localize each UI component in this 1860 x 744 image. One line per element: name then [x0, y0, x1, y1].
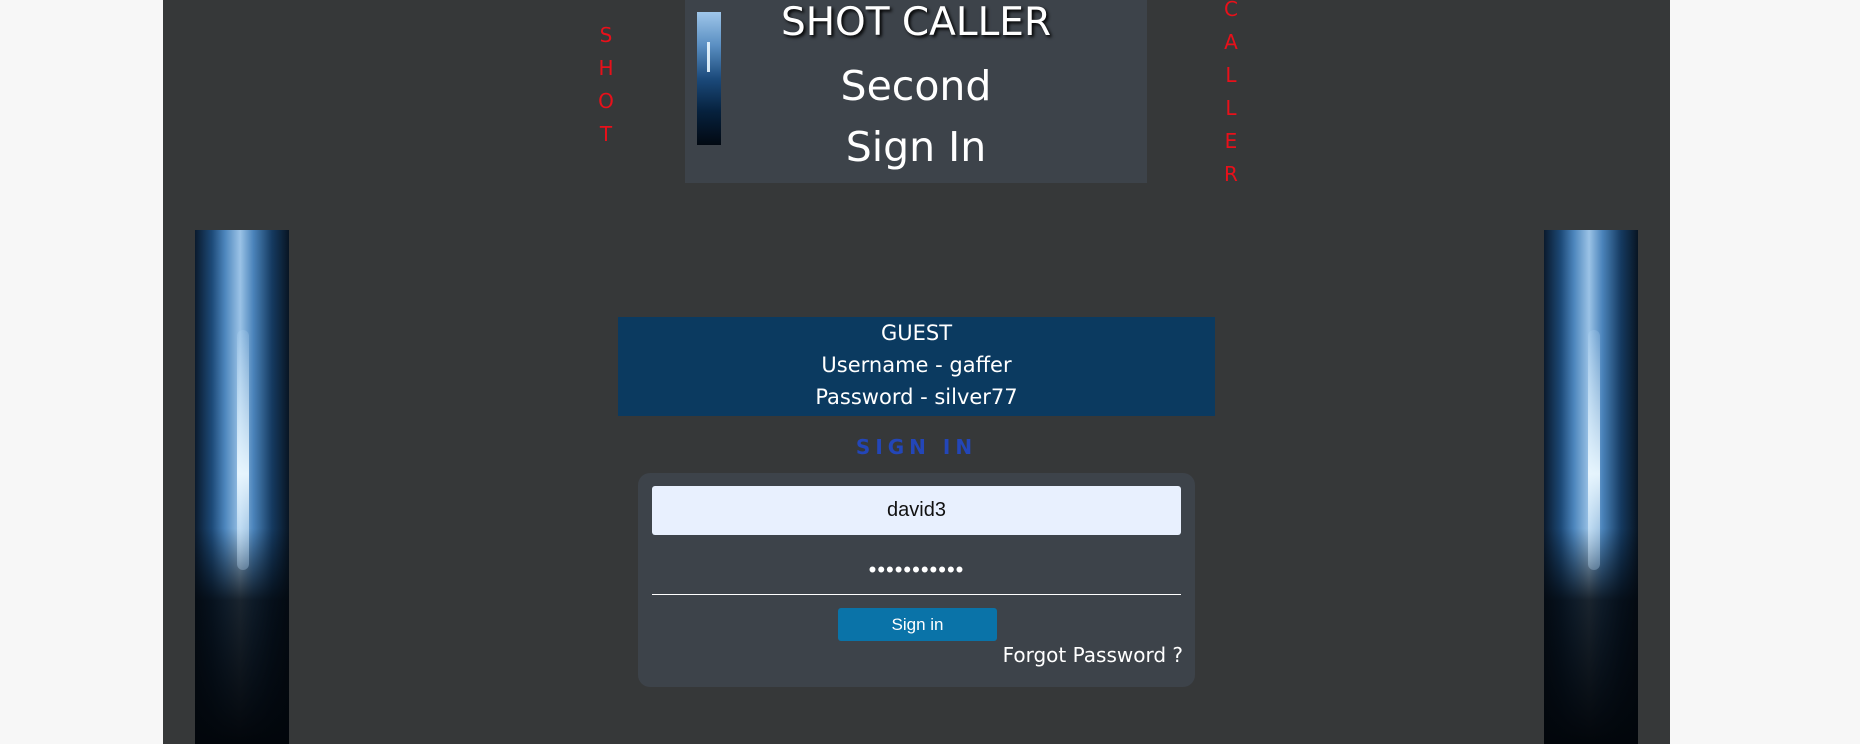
- guest-credentials-banner: GUEST Username - gaffer Password - silve…: [618, 317, 1215, 416]
- guest-username: Username - gaffer: [821, 353, 1012, 377]
- password-field[interactable]: [652, 546, 1181, 595]
- brand-letter: E: [1224, 129, 1238, 153]
- header-panel: SHOT CALLER Second Sign In: [685, 0, 1147, 183]
- left-decorative-image: [195, 230, 289, 744]
- brand-letter: A: [1224, 30, 1238, 54]
- brand-letter: R: [1224, 162, 1238, 186]
- username-field[interactable]: [652, 486, 1181, 535]
- brand-letter: T: [599, 122, 613, 146]
- brand-letter: L: [1225, 96, 1237, 120]
- brand-letter: O: [598, 89, 614, 113]
- sign-in-button[interactable]: Sign in: [838, 608, 997, 641]
- guest-password: Password - silver77: [815, 385, 1018, 409]
- forgot-password-link[interactable]: Forgot Password ?: [1003, 643, 1183, 667]
- brand-letter: C: [1224, 0, 1238, 21]
- brand-letter: L: [1225, 63, 1237, 87]
- vertical-brand-left: S H O T: [596, 19, 616, 151]
- brand-letter: S: [599, 23, 613, 47]
- light-glow: [237, 330, 249, 570]
- page-container: S H O T C A L L E R SHOT CALLER Second S…: [163, 0, 1670, 744]
- vertical-brand-right: C A L L E R: [1221, 0, 1241, 191]
- sign-in-heading: SIGN IN: [855, 435, 978, 459]
- light-glow: [1588, 330, 1600, 570]
- site-subtitle: Second: [840, 62, 992, 110]
- site-title: SHOT CALLER: [780, 0, 1052, 45]
- sign-in-form: Sign in Forgot Password ?: [638, 473, 1195, 687]
- brand-letter: H: [598, 56, 614, 80]
- guest-heading: GUEST: [880, 321, 953, 345]
- right-decorative-image: [1544, 230, 1638, 744]
- page-title: Sign In: [845, 123, 987, 171]
